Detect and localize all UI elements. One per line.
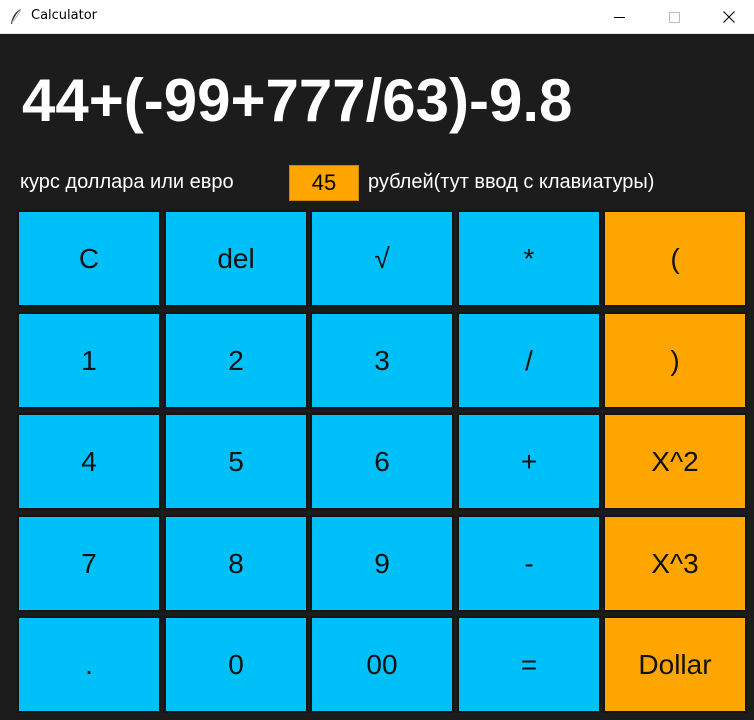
- decimal-button[interactable]: .: [17, 616, 161, 713]
- double-zero-button[interactable]: 00: [310, 616, 454, 713]
- close-icon: [723, 11, 735, 23]
- title-bar[interactable]: Calculator: [0, 0, 754, 34]
- close-paren-button[interactable]: ): [603, 312, 747, 409]
- maximize-icon: [668, 11, 680, 23]
- multiply-button[interactable]: *: [457, 210, 601, 307]
- equals-button[interactable]: =: [457, 616, 601, 713]
- digit-5-button[interactable]: 5: [164, 413, 308, 510]
- window-title: Calculator: [31, 8, 98, 23]
- minimize-icon: [613, 16, 625, 18]
- close-button[interactable]: [706, 0, 752, 34]
- currency-rate-row: курс доллара или евро рублей(тут ввод с …: [0, 164, 754, 202]
- expression-display: 44+(-99+777/63)-9.8: [22, 67, 573, 134]
- dollar-button[interactable]: Dollar: [603, 616, 747, 713]
- square-button[interactable]: X^2: [603, 413, 747, 510]
- divide-button[interactable]: /: [457, 312, 601, 409]
- digit-9-button[interactable]: 9: [310, 515, 454, 612]
- rate-unit-label: рублей(тут ввод с клавиатуры): [368, 171, 655, 193]
- minimize-button[interactable]: [596, 0, 642, 34]
- digit-4-button[interactable]: 4: [17, 413, 161, 510]
- delete-button[interactable]: del: [164, 210, 308, 307]
- sqrt-button[interactable]: √: [310, 210, 454, 307]
- rate-input[interactable]: [289, 165, 359, 201]
- maximize-button[interactable]: [651, 0, 697, 34]
- digit-2-button[interactable]: 2: [164, 312, 308, 409]
- digit-7-button[interactable]: 7: [17, 515, 161, 612]
- feather-icon: [11, 8, 22, 24]
- digit-3-button[interactable]: 3: [310, 312, 454, 409]
- digit-0-button[interactable]: 0: [164, 616, 308, 713]
- digit-6-button[interactable]: 6: [310, 413, 454, 510]
- digit-1-button[interactable]: 1: [17, 312, 161, 409]
- clear-button[interactable]: C: [17, 210, 161, 307]
- open-paren-button[interactable]: (: [603, 210, 747, 307]
- keypad: Cdel √ *(1 2 3/) 4 5 6 + X^2 7 8 9- X^3. 0 00 = Dollar: [17, 210, 747, 716]
- cube-button[interactable]: X^3: [603, 515, 747, 612]
- rate-label: курс доллара или евро: [20, 171, 234, 193]
- digit-8-button[interactable]: 8: [164, 515, 308, 612]
- plus-button[interactable]: +: [457, 413, 601, 510]
- minus-button[interactable]: -: [457, 515, 601, 612]
